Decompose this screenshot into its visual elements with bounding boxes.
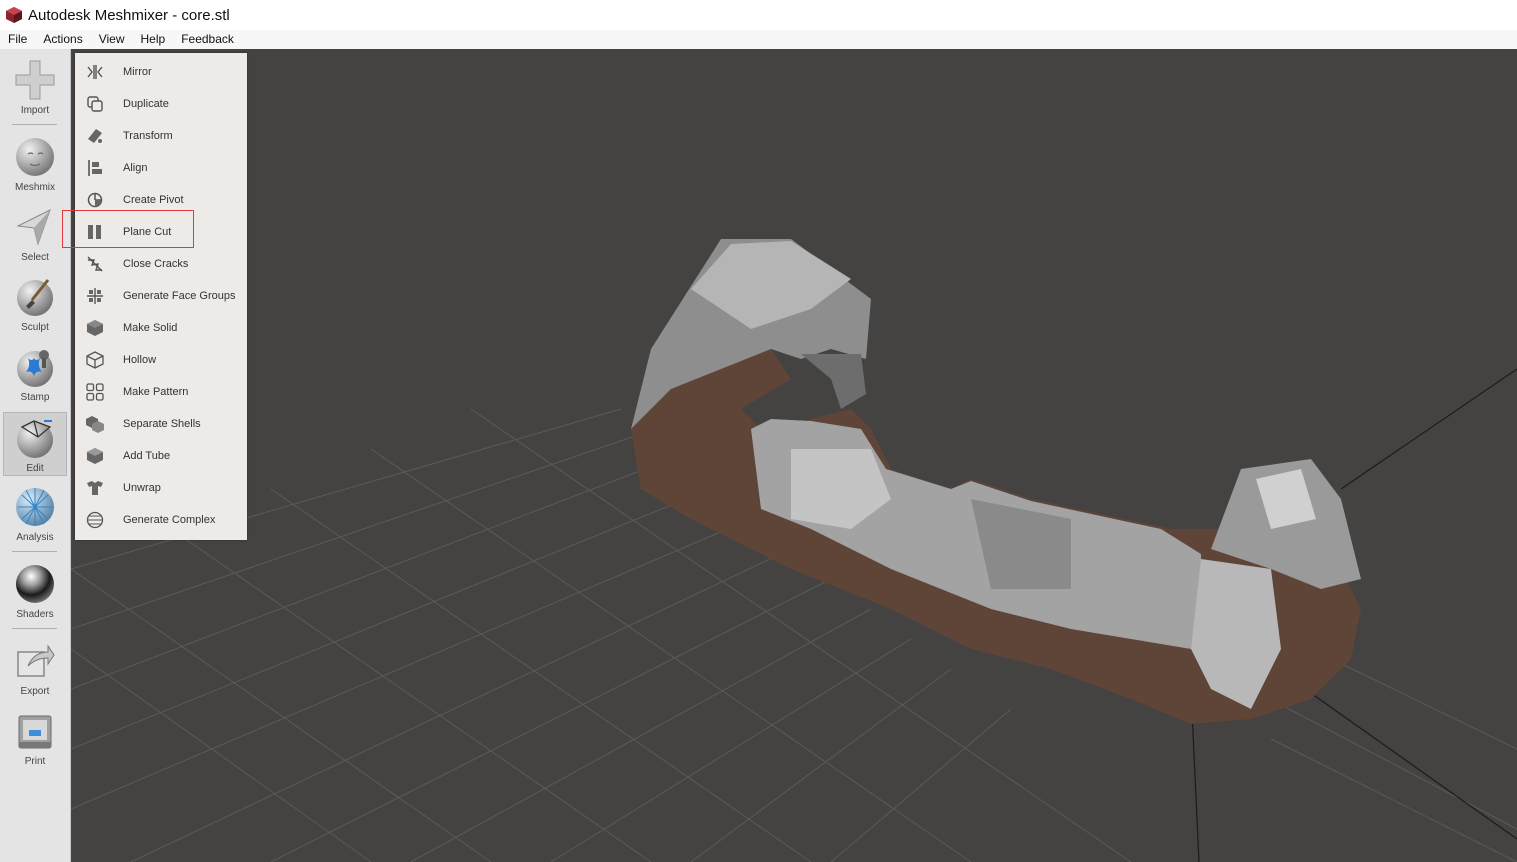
edit-item-label: Unwrap xyxy=(123,482,161,494)
close-cracks-icon xyxy=(86,255,104,273)
edit-item-duplicate[interactable]: Duplicate xyxy=(75,88,247,120)
edit-item-make-pattern[interactable]: Make Pattern xyxy=(75,376,247,408)
tool-shaders[interactable]: Shaders xyxy=(3,561,67,620)
tool-export-label: Export xyxy=(20,686,50,697)
menu-feedback[interactable]: Feedback xyxy=(173,30,242,49)
meshmix-sphere-icon xyxy=(16,138,54,176)
viewport-scene xyxy=(71,239,1517,862)
sidebar-divider xyxy=(12,551,57,552)
edit-item-mirror[interactable]: Mirror xyxy=(75,56,247,88)
edit-item-label: Close Cracks xyxy=(123,258,189,270)
edit-item-plane-cut[interactable]: Plane Cut xyxy=(75,216,247,248)
edit-item-add-tube[interactable]: Add Tube xyxy=(75,440,247,472)
edit-item-label: Add Tube xyxy=(123,450,171,462)
mirror-icon xyxy=(86,63,104,81)
plane-cut-icon xyxy=(86,223,104,241)
tool-stamp-label: Stamp xyxy=(20,392,50,403)
tool-print[interactable]: Print xyxy=(3,708,67,767)
tool-sculpt-label: Sculpt xyxy=(21,322,49,333)
edit-item-label: Hollow xyxy=(123,354,157,366)
menu-bar: File Actions View Help Feedback xyxy=(0,30,1517,49)
edit-item-label: Separate Shells xyxy=(123,418,201,430)
edit-item-label: Generate Complex xyxy=(123,514,216,526)
print-icon xyxy=(18,715,52,749)
edit-item-transform[interactable]: Transform xyxy=(75,120,247,152)
align-icon xyxy=(86,159,104,177)
title-bar: Autodesk Meshmixer - core.stl xyxy=(0,0,1517,30)
tool-meshmix[interactable]: Meshmix xyxy=(3,134,67,193)
make-solid-icon xyxy=(86,319,104,337)
sidebar-divider xyxy=(12,124,57,125)
add-tube-icon xyxy=(86,447,104,465)
tool-analysis[interactable]: Analysis xyxy=(3,484,67,543)
edit-item-label: Make Solid xyxy=(123,322,178,334)
plus-icon xyxy=(15,60,55,100)
edit-item-label: Duplicate xyxy=(123,98,169,110)
tool-sidebar: Import Meshmix Select Sculpt Stamp Edit … xyxy=(0,49,71,862)
menu-view[interactable]: View xyxy=(91,30,133,49)
tool-edit-label: Edit xyxy=(26,463,44,474)
edit-item-make-solid[interactable]: Make Solid xyxy=(75,312,247,344)
unwrap-icon xyxy=(86,479,104,497)
duplicate-icon xyxy=(86,95,104,113)
transform-icon xyxy=(86,127,104,145)
window-title: Autodesk Meshmixer - core.stl xyxy=(28,6,230,24)
meshmixer-logo-icon xyxy=(6,7,22,23)
tool-edit[interactable]: Edit xyxy=(3,412,67,476)
tool-select[interactable]: Select xyxy=(3,204,67,263)
menu-file[interactable]: File xyxy=(0,30,35,49)
stamp-icon xyxy=(17,350,53,387)
3d-mesh-model[interactable] xyxy=(631,239,1361,724)
shaders-sphere-icon xyxy=(16,565,54,603)
tool-export[interactable]: Export xyxy=(3,638,67,697)
edit-item-label: Align xyxy=(123,162,148,174)
edit-item-unwrap[interactable]: Unwrap xyxy=(75,472,247,504)
complex-icon xyxy=(86,511,104,529)
edit-icon xyxy=(17,420,53,458)
menu-actions[interactable]: Actions xyxy=(35,30,90,49)
sculpt-brush-icon xyxy=(17,279,53,316)
edit-item-label: Plane Cut xyxy=(123,226,172,238)
tool-analysis-label: Analysis xyxy=(16,532,54,543)
tool-sculpt[interactable]: Sculpt xyxy=(3,274,67,333)
edit-tools-panel: Mirror Duplicate Transform Align Create … xyxy=(75,53,247,540)
export-icon xyxy=(17,644,55,677)
tool-import-label: Import xyxy=(20,105,50,116)
pivot-icon xyxy=(86,191,104,209)
edit-item-label: Make Pattern xyxy=(123,386,189,398)
edit-item-generate-complex[interactable]: Generate Complex xyxy=(75,504,247,536)
pattern-icon xyxy=(86,383,104,401)
edit-item-generate-face-groups[interactable]: Generate Face Groups xyxy=(75,280,247,312)
edit-item-separate-shells[interactable]: Separate Shells xyxy=(75,408,247,440)
sidebar-divider xyxy=(12,628,57,629)
edit-item-label: Transform xyxy=(123,130,173,142)
edit-item-create-pivot[interactable]: Create Pivot xyxy=(75,184,247,216)
tool-meshmix-label: Meshmix xyxy=(14,182,55,193)
edit-item-label: Mirror xyxy=(123,66,152,78)
edit-item-hollow[interactable]: Hollow xyxy=(75,344,247,376)
hollow-icon xyxy=(86,351,104,369)
tool-import[interactable]: Import xyxy=(3,57,67,116)
analysis-icon xyxy=(16,488,54,526)
tool-select-label: Select xyxy=(21,252,49,263)
edit-item-label: Create Pivot xyxy=(123,194,184,206)
menu-help[interactable]: Help xyxy=(133,30,174,49)
edit-item-label: Generate Face Groups xyxy=(123,290,236,302)
tool-shaders-label: Shaders xyxy=(16,609,54,620)
select-arrow-icon xyxy=(16,208,51,246)
tool-print-label: Print xyxy=(24,756,46,767)
separate-shells-icon xyxy=(86,415,104,433)
face-groups-icon xyxy=(86,287,104,305)
edit-item-close-cracks[interactable]: Close Cracks xyxy=(75,248,247,280)
3d-viewport[interactable] xyxy=(71,49,1517,862)
edit-item-align[interactable]: Align xyxy=(75,152,247,184)
tool-stamp[interactable]: Stamp xyxy=(3,344,67,403)
